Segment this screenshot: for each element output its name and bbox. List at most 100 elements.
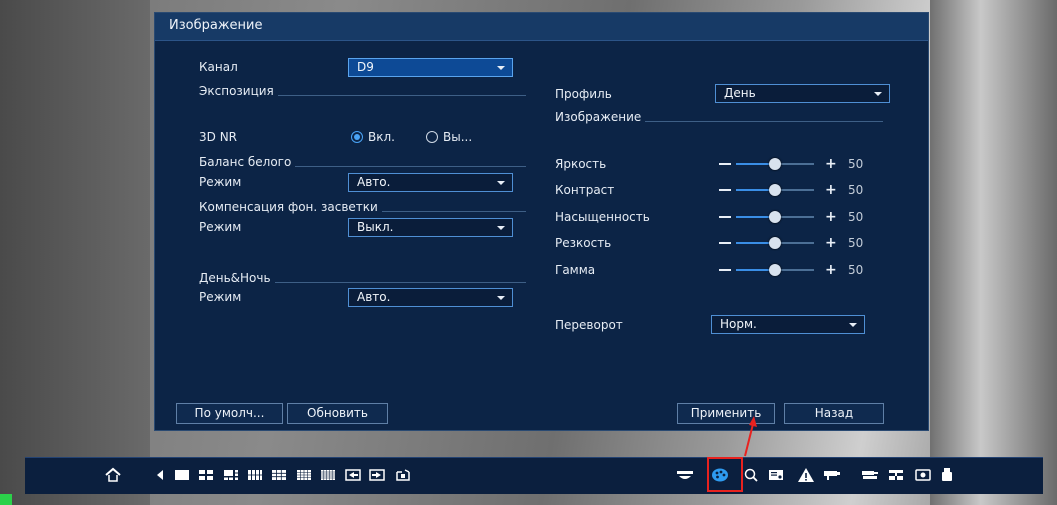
prev-icon[interactable] xyxy=(151,466,169,484)
slider-value: 50 xyxy=(848,263,864,277)
slider-value: 50 xyxy=(848,183,864,197)
nr3d-on-label: Вкл. xyxy=(368,130,395,144)
plus-icon[interactable]: + xyxy=(825,236,837,250)
slider-value: 50 xyxy=(848,157,864,171)
background-feed-left xyxy=(0,0,150,505)
minus-icon[interactable] xyxy=(719,189,731,191)
usb-icon[interactable] xyxy=(938,466,956,484)
daynight-mode-value: Авто. xyxy=(357,290,391,304)
slider-label: Резкость xyxy=(555,236,612,250)
slider-label: Гамма xyxy=(555,263,596,277)
taskbar xyxy=(25,457,1043,494)
chevron-down-icon xyxy=(497,66,505,70)
white-balance-section-title: Баланс белого xyxy=(199,155,292,169)
layout-4-icon[interactable] xyxy=(197,466,215,484)
search-icon[interactable] xyxy=(742,466,760,484)
minus-icon[interactable] xyxy=(719,242,731,244)
nr3d-label: 3D NR xyxy=(199,130,238,144)
hdd-icon[interactable] xyxy=(914,466,932,484)
layout-16-icon[interactable] xyxy=(295,466,313,484)
layout-25-icon[interactable] xyxy=(319,466,337,484)
default-button[interactable]: По умолч... xyxy=(176,403,283,424)
slider-value: 50 xyxy=(848,210,864,224)
prev-group-icon[interactable] xyxy=(344,466,362,484)
white-balance-mode-select[interactable]: Авто. xyxy=(348,173,513,192)
layout-9-icon[interactable] xyxy=(270,466,288,484)
slider-value: 50 xyxy=(848,236,864,250)
minus-icon[interactable] xyxy=(719,163,731,165)
saturation-slider[interactable]: + 50 xyxy=(719,210,869,224)
slider-knob[interactable] xyxy=(769,158,781,170)
background-feed-right xyxy=(930,0,1057,505)
back-button[interactable]: Назад xyxy=(784,403,884,424)
alarm-icon[interactable] xyxy=(797,466,815,484)
brightness-slider[interactable]: + 50 xyxy=(719,157,869,171)
chevron-down-icon xyxy=(849,323,857,327)
chevron-down-icon xyxy=(874,92,882,96)
image-settings-dialog: Изображение Канал D9 Экспозиция 3D NR Вк… xyxy=(154,12,929,431)
dialog-title: Изображение xyxy=(169,18,263,33)
home-icon[interactable] xyxy=(104,466,122,484)
slider-knob[interactable] xyxy=(769,211,781,223)
plus-icon[interactable]: + xyxy=(825,210,837,224)
profile-value: День xyxy=(724,86,756,100)
profile-label: Профиль xyxy=(555,87,612,101)
slider-label: Контраст xyxy=(555,183,615,197)
backlight-section-title: Компенсация фон. засветки xyxy=(199,200,378,214)
backlight-mode-select[interactable]: Выкл. xyxy=(348,218,513,237)
slider-label: Насыщенность xyxy=(555,210,650,224)
channel-select[interactable]: D9 xyxy=(348,58,513,77)
backlight-section: Компенсация фон. засветки xyxy=(199,200,526,214)
record-icon[interactable] xyxy=(767,466,785,484)
minus-icon[interactable] xyxy=(719,269,731,271)
exposure-section-title: Экспозиция xyxy=(199,84,274,98)
status-indicator xyxy=(0,494,12,505)
gamma-slider[interactable]: + 50 xyxy=(719,263,869,277)
channel-label: Канал xyxy=(199,60,238,74)
sequence-icon[interactable] xyxy=(394,466,412,484)
image-section: Изображение xyxy=(555,110,883,124)
slider-knob[interactable] xyxy=(769,184,781,196)
slider-label: Яркость xyxy=(555,157,607,171)
device-icon[interactable] xyxy=(861,466,879,484)
plus-icon[interactable]: + xyxy=(825,183,837,197)
channel-value: D9 xyxy=(357,60,374,74)
flip-label: Переворот xyxy=(555,318,623,332)
ptz-icon[interactable] xyxy=(676,466,694,484)
refresh-button[interactable]: Обновить xyxy=(287,403,388,424)
white-balance-mode-value: Авто. xyxy=(357,175,391,189)
slider-knob[interactable] xyxy=(769,264,781,276)
minus-icon[interactable] xyxy=(719,216,731,218)
profile-select[interactable]: День xyxy=(715,84,890,103)
backlight-mode-label: Режим xyxy=(199,220,242,234)
daynight-mode-label: Режим xyxy=(199,290,242,304)
dialog-title-bar: Изображение xyxy=(155,13,928,41)
layout-6-icon[interactable] xyxy=(222,466,240,484)
chevron-down-icon xyxy=(497,226,505,230)
annotation-arrow xyxy=(744,416,757,457)
layout-1-icon[interactable] xyxy=(173,466,191,484)
flip-select[interactable]: Норм. xyxy=(711,315,865,334)
sharpness-slider[interactable]: + 50 xyxy=(719,236,869,250)
color-icon-highlight xyxy=(707,457,743,492)
nr3d-off-radio[interactable]: Вы... xyxy=(426,130,472,144)
camera-icon[interactable] xyxy=(823,466,841,484)
next-group-icon[interactable] xyxy=(368,466,386,484)
daynight-section: День&Ночь xyxy=(199,271,526,285)
daynight-section-title: День&Ночь xyxy=(199,271,271,285)
nr3d-on-radio[interactable]: Вкл. xyxy=(351,130,395,144)
radio-off-icon xyxy=(426,131,438,143)
flip-value: Норм. xyxy=(720,317,757,331)
slider-knob[interactable] xyxy=(769,237,781,249)
white-balance-mode-label: Режим xyxy=(199,175,242,189)
nr3d-off-label: Вы... xyxy=(443,130,473,144)
contrast-slider[interactable]: + 50 xyxy=(719,183,869,197)
image-section-title: Изображение xyxy=(555,110,642,124)
radio-on-icon xyxy=(351,131,363,143)
plus-icon[interactable]: + xyxy=(825,157,837,171)
layout-8-icon[interactable] xyxy=(246,466,264,484)
plus-icon[interactable]: + xyxy=(825,263,837,277)
chevron-down-icon xyxy=(497,181,505,185)
daynight-mode-select[interactable]: Авто. xyxy=(348,288,513,307)
network-icon[interactable] xyxy=(887,466,905,484)
